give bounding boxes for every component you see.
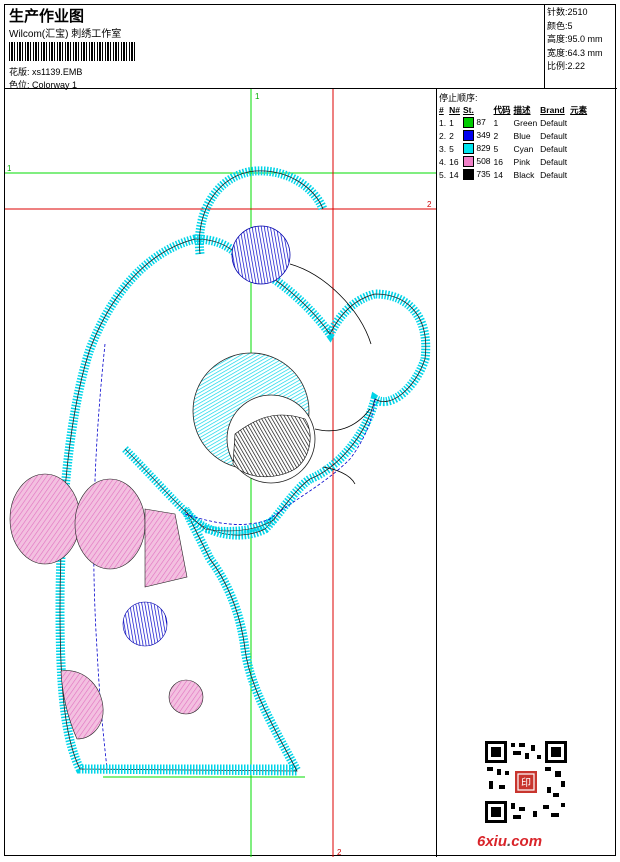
stat-width: 宽度:64.3 mm bbox=[547, 47, 603, 58]
qr-code: 印 bbox=[485, 741, 567, 823]
sheet-title: 生产作业图 bbox=[9, 8, 85, 25]
spot-pink-small bbox=[168, 679, 204, 715]
guide-green-vertical-label: 1 bbox=[255, 92, 260, 101]
pattern-label: 花版: bbox=[9, 67, 30, 77]
spot-blue bbox=[122, 601, 168, 647]
pattern-line: 花版: xs1139.EMB bbox=[9, 65, 82, 78]
site-watermark-logo: 6xiu.com bbox=[477, 833, 543, 850]
pattern-value: xs1139.EMB bbox=[32, 67, 83, 77]
swatch-pink bbox=[462, 156, 474, 168]
guide-red-vertical-label: 2 bbox=[337, 848, 342, 857]
swatch-blue bbox=[462, 130, 474, 142]
col-description: 描述 bbox=[513, 105, 531, 115]
stat-height: 高度:95.0 mm bbox=[547, 34, 603, 44]
col-stitches: St. bbox=[462, 105, 474, 115]
col-code: 代码 bbox=[493, 105, 511, 115]
col-needle: N# bbox=[449, 105, 460, 115]
sequence-table: # N# St. 代码 描述 Brand 元素 1. 1 87 1 Green Def… bbox=[439, 104, 590, 181]
table-row: 1. 1 87 1 Green Default bbox=[439, 116, 568, 129]
eye-blue-circle bbox=[231, 225, 291, 285]
table-row: 5. 14 735 14 Black Default bbox=[439, 168, 568, 181]
design-canvas: 1 1 2 2 bbox=[5, 89, 437, 857]
table-row: 2. 2 349 2 Blue Default bbox=[439, 129, 568, 142]
stat-scale: 比例:2.22 bbox=[547, 61, 586, 71]
color-sequence-panel: 停止顺序: # N# St. 代码 描述 Brand 元素 1. 1 87 1 Gr… bbox=[437, 89, 617, 857]
mouth-line bbox=[314, 408, 371, 432]
seal-stamp-text: 印 bbox=[521, 777, 531, 789]
bow-left-loop bbox=[9, 473, 81, 565]
sequence-header-row: # N# St. 代码 描述 Brand 元素 bbox=[439, 104, 590, 116]
col-element: 元素 bbox=[570, 105, 588, 115]
table-row: 3. 5 829 5 Cyan Default bbox=[439, 142, 568, 155]
swatch-black bbox=[462, 169, 474, 181]
guide-red-horizontal-label: 2 bbox=[427, 200, 432, 209]
table-row: 4. 16 508 16 Pink Default bbox=[439, 155, 568, 168]
col-index: # bbox=[439, 105, 444, 115]
bow-right-loop bbox=[74, 478, 146, 570]
barcode bbox=[9, 42, 137, 61]
embroidery-preview: 1 1 2 2 bbox=[5, 89, 436, 857]
stat-colors: 颜色:5 bbox=[547, 20, 573, 31]
company-name: Wilcom(汇宝) 刺绣工作室 bbox=[9, 29, 122, 40]
swatch-green bbox=[462, 117, 474, 129]
stat-stitches: 针数:2510 bbox=[547, 7, 588, 17]
guide-green-horizontal-label: 1 bbox=[7, 164, 12, 173]
bow-knot bbox=[144, 508, 188, 588]
production-sheet: 生产作业图 Wilcom(汇宝) 刺绣工作室 花版: xs1139.EMB 色位… bbox=[4, 4, 617, 857]
sequence-title: 停止顺序: bbox=[439, 93, 478, 103]
swatch-cyan bbox=[462, 143, 474, 155]
stats-panel: 针数:2510 颜色:5 高度:95.0 mm 宽度:64.3 mm 比例:2.… bbox=[545, 5, 617, 89]
col-brand: Brand bbox=[540, 105, 565, 115]
header-panel: 生产作业图 Wilcom(汇宝) 刺绣工作室 花版: xs1139.EMB 色位… bbox=[5, 5, 545, 90]
